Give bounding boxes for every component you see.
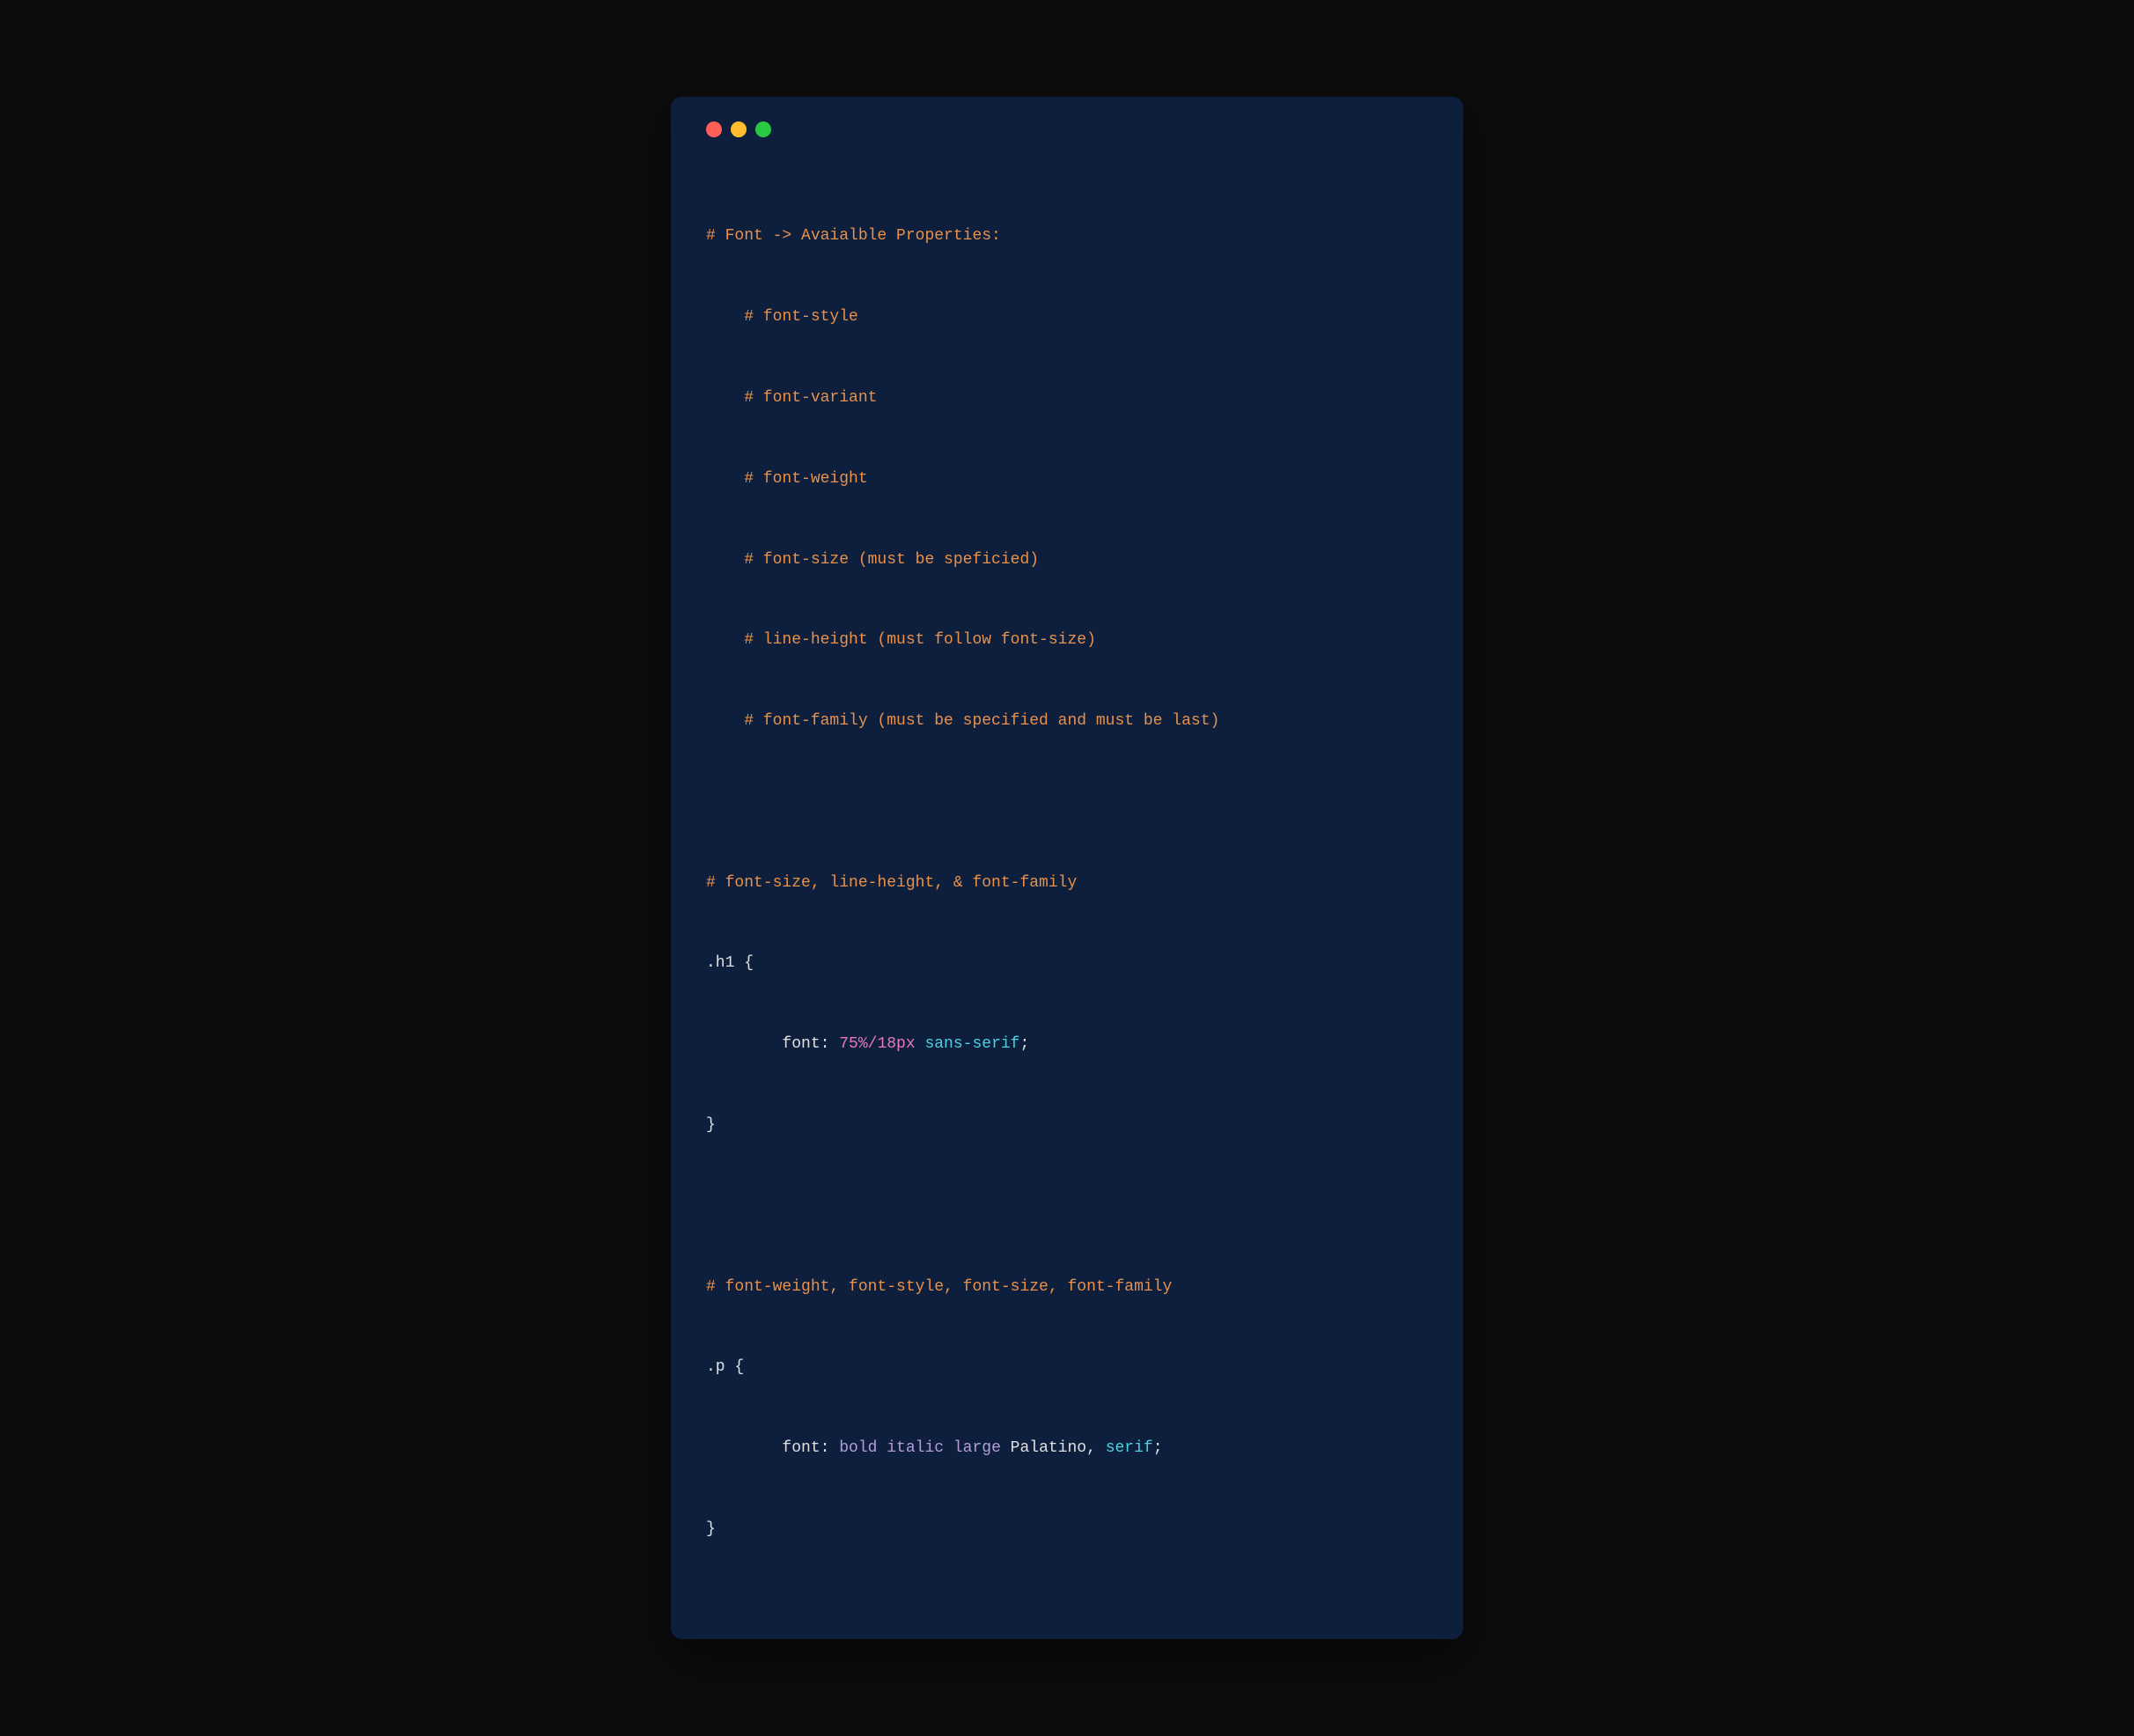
code-line-4: # font-weight bbox=[706, 466, 1428, 493]
code-content: # Font -> Avaialble Properties: # font-s… bbox=[706, 169, 1428, 1596]
code-line-8: # font-size, line-height, & font-family bbox=[706, 870, 1428, 897]
titlebar bbox=[706, 121, 1428, 137]
minimize-button[interactable] bbox=[731, 121, 747, 137]
code-editor-window: # Font -> Avaialble Properties: # font-s… bbox=[671, 97, 1463, 1638]
code-line-14: font: bold italic large Palatino, serif; bbox=[706, 1435, 1428, 1462]
maximize-button[interactable] bbox=[755, 121, 771, 137]
code-line-9: .h1 { bbox=[706, 950, 1428, 977]
code-line-12: # font-weight, font-style, font-size, fo… bbox=[706, 1274, 1428, 1301]
code-line-1: # Font -> Avaialble Properties: bbox=[706, 223, 1428, 250]
code-line-10: font: 75%/18px sans-serif; bbox=[706, 1031, 1428, 1058]
code-blank-2 bbox=[706, 1193, 1428, 1220]
code-line-11: } bbox=[706, 1112, 1428, 1139]
code-line-2: # font-style bbox=[706, 304, 1428, 331]
code-line-3: # font-variant bbox=[706, 385, 1428, 412]
code-line-6: # line-height (must follow font-size) bbox=[706, 627, 1428, 654]
code-line-7: # font-family (must be specified and mus… bbox=[706, 708, 1428, 735]
code-line-15: } bbox=[706, 1516, 1428, 1543]
code-blank-1 bbox=[706, 789, 1428, 816]
close-button[interactable] bbox=[706, 121, 722, 137]
code-line-13: .p { bbox=[706, 1354, 1428, 1381]
code-line-5: # font-size (must be speficied) bbox=[706, 547, 1428, 574]
